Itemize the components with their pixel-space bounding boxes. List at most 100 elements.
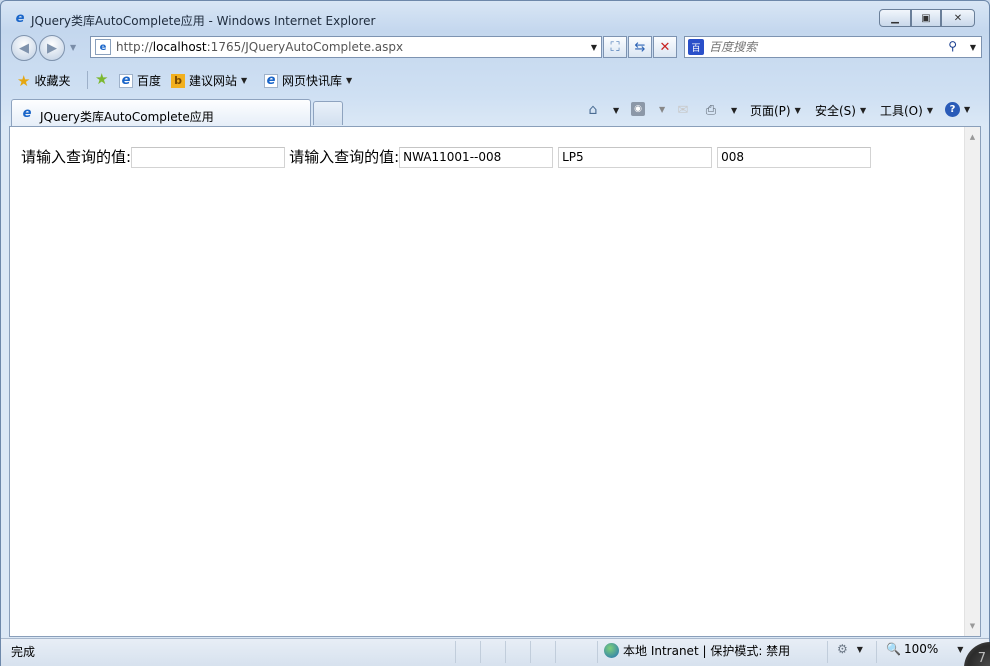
divider: [597, 641, 598, 663]
tools-menu[interactable]: 工具(O) ▼: [880, 102, 933, 119]
fav-link-label: 百度: [137, 74, 162, 88]
tab-jquery-autocomplete[interactable]: e JQuery类库AutoComplete应用: [11, 99, 311, 126]
chevron-down-icon: ▼: [957, 644, 964, 654]
divider: [827, 641, 828, 663]
query-input-1[interactable]: [131, 146, 286, 168]
page-menu[interactable]: 页面(P) ▼: [750, 102, 801, 119]
windows-corner-badge: 7: [964, 642, 990, 666]
fav-link-baidu[interactable]: e 百度: [119, 72, 161, 89]
favorites-label: 收藏夹: [34, 74, 71, 88]
search-input[interactable]: [709, 39, 939, 55]
chevron-down-icon: ▼: [659, 104, 666, 114]
back-button[interactable]: ◀: [11, 35, 37, 61]
close-icon: ✕: [953, 12, 963, 24]
zoom-control[interactable]: 🔍 100% ▼: [886, 642, 963, 656]
address-dropdown-icon[interactable]: ▼: [591, 43, 597, 52]
search-box: 百 ⚲ ▼: [684, 36, 982, 58]
favorites-star-icon: ★: [17, 71, 31, 90]
stop-button[interactable]: ✕: [653, 36, 677, 58]
divider: [876, 641, 877, 663]
safety-menu-label: 安全(S): [815, 104, 856, 118]
divider: [505, 641, 506, 663]
chevron-down-icon: ▼: [964, 105, 971, 114]
status-text: 完成: [11, 645, 36, 659]
search-options-dropdown[interactable]: ▼: [970, 43, 976, 52]
restore-icon: ▣: [921, 12, 931, 24]
stop-icon: ✕: [659, 39, 671, 55]
chevron-down-icon: ▼: [926, 106, 933, 115]
baidu-icon: 百: [688, 39, 704, 55]
home-icon: ⌂: [588, 102, 598, 118]
change-status-bar-settings[interactable]: ⚙ ▼: [837, 642, 863, 656]
divider: [455, 641, 456, 663]
fav-link-suggested-sites[interactable]: b 建议网站 ▼: [171, 72, 247, 89]
help-menu[interactable]: ? ▼: [945, 102, 970, 117]
forward-button[interactable]: ▶: [39, 35, 65, 61]
refresh-icon: ⇆: [634, 39, 646, 55]
mail-icon: ✉: [677, 102, 689, 118]
divider: [87, 71, 88, 89]
safety-menu[interactable]: 安全(S) ▼: [815, 102, 866, 119]
query-label-2: 请输入查询的值:: [289, 148, 400, 166]
divider: [530, 641, 531, 663]
address-bar[interactable]: e http://localhost:1765/JQueryAutoComple…: [90, 36, 602, 58]
print-button[interactable]: ⎙ ▼: [703, 102, 737, 118]
window-title: JQuery类库AutoComplete应用 - Windows Interne…: [31, 14, 376, 28]
refresh-button[interactable]: ⇆: [628, 36, 652, 58]
status-bar: 完成 本地 Intranet | 保护模式: 禁用 ⚙ ▼ 🔍 100% ▼ 7: [1, 638, 990, 666]
maximize-button[interactable]: ▣: [911, 9, 941, 27]
chevron-down-icon: ▼: [856, 644, 863, 654]
print-icon: ⎙: [705, 102, 717, 118]
favorites-bar: ★ 收藏夹 ★ e 百度 b 建议网站 ▼ e 网页快讯库 ▼: [1, 65, 989, 95]
bing-icon: b: [171, 73, 185, 88]
chevron-down-icon: ▼: [346, 76, 353, 85]
zoom-icon: 🔍: [886, 642, 901, 656]
search-icon[interactable]: ⚲: [948, 39, 957, 53]
chevron-down-icon: ▼: [794, 106, 801, 115]
tab-bar: e JQuery类库AutoComplete应用 ⌂ ▼ ◉ ▼ ✉ ⎙ ▼ 页…: [1, 96, 989, 126]
add-favorite-button[interactable]: ★: [95, 70, 109, 88]
ie-logo-icon: e: [15, 10, 25, 26]
new-tab-button[interactable]: [313, 101, 343, 125]
close-button[interactable]: ✕: [941, 9, 975, 27]
window-controls: ▁ ▣ ✕: [879, 9, 975, 27]
page-menu-label: 页面(P): [750, 104, 791, 118]
query-input-4[interactable]: [717, 146, 872, 168]
security-zone-label: 本地 Intranet | 保护模式: 禁用: [623, 644, 791, 658]
read-mail-button[interactable]: ✉: [675, 102, 691, 118]
help-icon: ?: [945, 102, 960, 117]
page-viewport: 请输入查询的值: 请输入查询的值: ▲ ▼: [9, 126, 981, 637]
scroll-up-arrow-icon[interactable]: ▲: [965, 129, 980, 145]
home-button[interactable]: ⌂ ▼: [585, 102, 620, 118]
fav-link-label: 网页快讯库: [282, 74, 343, 88]
rss-feed-icon: ◉: [631, 102, 645, 116]
fav-link-web-slice-gallery[interactable]: e 网页快讯库 ▼: [264, 72, 352, 89]
query-input-2[interactable]: [399, 146, 554, 168]
feeds-button[interactable]: ◉ ▼: [631, 102, 665, 116]
ie-page-icon: e: [119, 73, 133, 88]
navigation-bar: ◀ ▶ ▼ e http://localhost:1765/JQueryAuto…: [1, 33, 989, 63]
address-url[interactable]: http://localhost:1765/JQueryAutoComplete…: [116, 40, 403, 54]
query-input-3[interactable]: [558, 146, 713, 168]
divider: [555, 641, 556, 663]
corner-label: 7: [977, 651, 986, 666]
security-zone[interactable]: 本地 Intranet | 保护模式: 禁用: [604, 642, 790, 659]
query-label-1: 请输入查询的值:: [21, 148, 132, 166]
page-icon: e: [95, 39, 111, 55]
vertical-scrollbar[interactable]: ▲ ▼: [964, 127, 980, 636]
zoom-level: 100%: [903, 642, 939, 656]
add-to-favorites-icon: ★: [95, 70, 109, 88]
chevron-down-icon: ▼: [731, 105, 738, 115]
compatibility-view-icon: ⛶: [610, 39, 620, 55]
ie-page-icon: e: [264, 73, 278, 88]
scroll-down-arrow-icon[interactable]: ▼: [965, 618, 980, 634]
chevron-down-icon: ▼: [613, 105, 620, 115]
chevron-down-icon: ▼: [859, 106, 867, 115]
intranet-globe-icon: [604, 643, 619, 658]
recent-pages-dropdown[interactable]: ▼: [70, 43, 76, 52]
minimize-button[interactable]: ▁: [879, 9, 911, 27]
favorites-button[interactable]: ★ 收藏夹: [17, 72, 70, 89]
minimize-icon: ▁: [891, 12, 899, 24]
forward-arrow-icon: ▶: [47, 40, 57, 56]
compatibility-view-button[interactable]: ⛶: [603, 36, 627, 58]
